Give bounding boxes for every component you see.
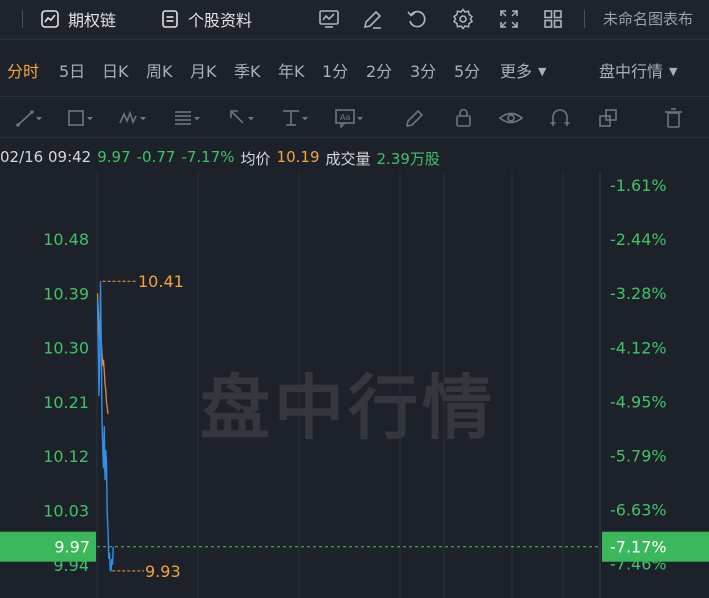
tab-intraday[interactable]: 分时: [7, 58, 39, 82]
y-axis-right-tick: -4.12%: [610, 338, 667, 357]
quote-change: -0.77: [136, 148, 176, 166]
avg-price-value: 10.19: [276, 148, 320, 166]
option-chain-button[interactable]: 期权链: [40, 6, 116, 32]
lock-icon[interactable]: [452, 106, 482, 130]
y-axis-left-tick: 10.30: [43, 339, 89, 358]
magnet-icon[interactable]: [548, 106, 578, 130]
settings-gear-icon[interactable]: [451, 7, 475, 31]
y-axis-right-tick: -4.95%: [610, 392, 667, 411]
fibonacci-tool-icon[interactable]: [172, 106, 202, 130]
layout-grid-icon[interactable]: [541, 7, 565, 31]
layers-icon[interactable]: [596, 106, 626, 130]
quote-info-line: 02/16 09:42 9.97 -0.77 -7.17% 均价 10.19 成…: [0, 148, 440, 170]
trend-line-tool-icon[interactable]: [14, 106, 44, 130]
quote-price: 9.97: [97, 148, 131, 166]
trash-icon[interactable]: [662, 106, 692, 130]
caret-down-icon: ▼: [538, 65, 547, 78]
realtime-quote-dropdown[interactable]: 盘中行情 ▼: [599, 58, 677, 82]
indicator-chart-icon[interactable]: [317, 7, 341, 31]
current-pct-text: -7.17%: [610, 538, 667, 557]
tab-more[interactable]: 更多 ▼: [500, 58, 546, 82]
wave-pattern-tool-icon[interactable]: [118, 106, 148, 130]
tab-3min[interactable]: 3分: [410, 58, 436, 82]
tab-daily-k[interactable]: 日K: [102, 58, 129, 82]
quote-change-pct: -7.17%: [181, 148, 235, 166]
y-axis-right-tick: -1.61%: [610, 176, 667, 195]
quote-datetime: 02/16 09:42: [0, 148, 92, 166]
current-price-text: 9.97: [54, 538, 90, 557]
fullscreen-icon[interactable]: [497, 7, 521, 31]
svg-text:Aa: Aa: [340, 113, 350, 122]
y-axis-left-tick: 10.48: [43, 230, 89, 249]
y-axis-left-tick: 10.03: [43, 502, 89, 521]
tab-2min[interactable]: 2分: [366, 58, 392, 82]
tab-weekly-k[interactable]: 周K: [146, 58, 173, 82]
eye-icon[interactable]: [498, 106, 528, 130]
y-axis-right-tick: -2.44%: [610, 230, 667, 249]
tab-monthly-k[interactable]: 月K: [190, 58, 217, 82]
top-toolbar: 期权链 个股资料 未命名图表布: [0, 0, 709, 40]
refresh-icon[interactable]: [405, 7, 429, 31]
annotation-tool-icon[interactable]: Aa: [334, 106, 364, 130]
document-icon: [160, 9, 180, 29]
tab-more-label: 更多: [500, 62, 533, 81]
y-axis-right-tick: -3.28%: [610, 284, 667, 303]
untitled-layout-label[interactable]: 未命名图表布: [603, 8, 693, 29]
y-axis-left-tick: 10.39: [43, 284, 89, 303]
edit-icon[interactable]: [361, 7, 385, 31]
rectangle-tool-icon[interactable]: [66, 106, 96, 130]
stock-info-label: 个股资料: [188, 11, 253, 30]
tab-1min[interactable]: 1分: [322, 58, 348, 82]
y-axis-right-tick: -5.79%: [610, 447, 667, 466]
tab-5day[interactable]: 5日: [59, 58, 85, 82]
intraday-chart[interactable]: 10.4810.3910.3010.2110.1210.039.94-1.61%…: [0, 172, 709, 598]
y-axis-left-tick: 10.21: [43, 393, 89, 412]
volume-value: 2.39万股: [376, 150, 440, 168]
y-axis-left-tick: 10.12: [43, 447, 89, 466]
pencil-icon[interactable]: [402, 106, 432, 130]
low-price-label: 9.93: [145, 562, 181, 581]
tab-5min[interactable]: 5分: [454, 58, 480, 82]
chart-box-icon: [40, 9, 60, 29]
caret-down-icon: ▼: [669, 65, 678, 78]
realtime-quote-label: 盘中行情: [599, 62, 664, 81]
tab-yearly-k[interactable]: 年K: [278, 58, 305, 82]
toolbar-divider: [584, 10, 585, 28]
high-price-label: 10.41: [138, 272, 184, 291]
price-line: [96, 281, 114, 572]
period-tabs: 分时 5日 日K 周K 月K 季K 年K 1分 2分 3分 5分 更多 ▼ 盘中行…: [0, 48, 709, 92]
stock-info-button[interactable]: 个股资料: [160, 6, 252, 32]
option-chain-label: 期权链: [68, 11, 117, 30]
text-tool-icon[interactable]: [280, 106, 310, 130]
drawing-toolbar: Aa: [0, 96, 709, 138]
toolbar-divider: [22, 10, 23, 28]
avg-price-label: 均价: [240, 150, 271, 168]
y-axis-right-tick: -6.63%: [610, 501, 667, 520]
arrow-tool-icon[interactable]: [226, 106, 256, 130]
volume-label: 成交量: [325, 150, 371, 168]
tab-quarterly-k[interactable]: 季K: [234, 58, 261, 82]
